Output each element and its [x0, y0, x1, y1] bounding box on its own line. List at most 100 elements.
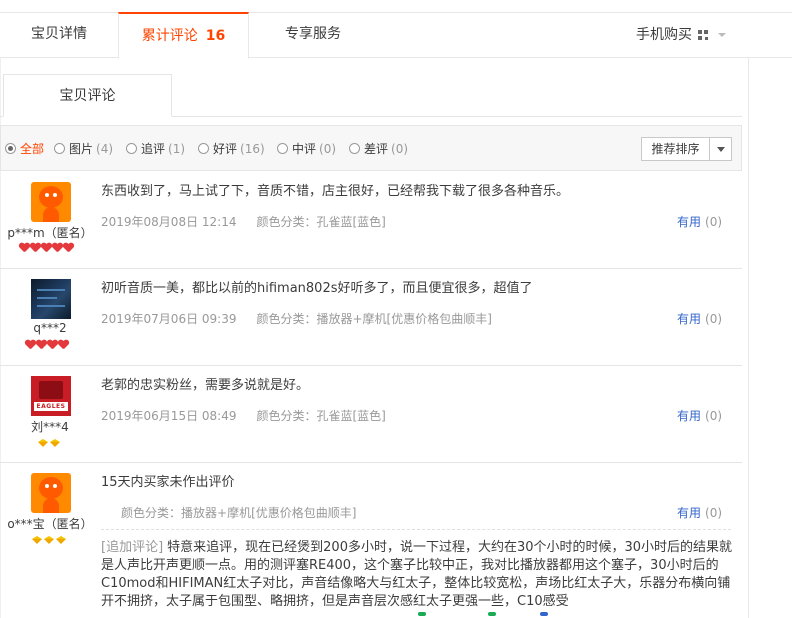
- review-spec: 孔雀蓝[蓝色]: [316, 215, 386, 229]
- review-meta: 2019年08月08日 12:14 颜色分类：孔雀蓝[蓝色]: [101, 213, 386, 230]
- sort-dropdown-label: 推荐排序: [651, 142, 700, 156]
- review-username: p***m（匿名）: [7, 226, 93, 240]
- followup-tag: [追加评论]: [101, 540, 164, 555]
- review-meta: 2019年06月15日 08:49 颜色分类：孔雀蓝[蓝色]: [101, 407, 386, 424]
- filter-count: (0): [319, 142, 337, 156]
- review-item: q***2 初听音质一美，都比以前的hifiman802s好听多了，而且便宜很多…: [0, 269, 742, 366]
- review-spec: 播放器+摩机[优惠价格包曲顺丰]: [181, 506, 357, 520]
- review-meta: 2019年07月06日 09:39 颜色分类：播放器+摩机[优惠价格包曲顺丰]: [101, 310, 492, 327]
- avatar-eye: [53, 484, 57, 488]
- review-spec-label: 颜色分类：: [256, 312, 317, 326]
- tab-exclusive-service[interactable]: 专享服务: [249, 12, 377, 58]
- diamond-icon: [56, 536, 66, 544]
- useful-button[interactable]: 有用 (0): [677, 407, 722, 424]
- append-divider: [101, 529, 731, 530]
- tab-reviews[interactable]: 累计评论 16: [118, 12, 249, 59]
- review-item: o***宝（匿名） 15天内买家未作出评价 颜色分类：播放器+摩机[优惠价格包曲…: [0, 463, 742, 618]
- filter-negative[interactable]: 差评 (0): [349, 141, 408, 157]
- avatar[interactable]: [31, 473, 71, 513]
- useful-link[interactable]: 有用: [677, 409, 701, 423]
- avatar-eye: [45, 193, 49, 197]
- filter-positive[interactable]: 好评 (16): [198, 141, 265, 157]
- content-right-border: [748, 58, 749, 618]
- review-meta: 颜色分类：播放器+摩机[优惠价格包曲顺丰]: [101, 504, 356, 521]
- review-date: 2019年08月08日 12:14: [101, 215, 237, 229]
- useful-link[interactable]: 有用: [677, 506, 701, 520]
- bottom-partial-icons: [0, 612, 742, 618]
- avatar-decoration: [37, 305, 65, 307]
- useful-count: (0): [705, 215, 723, 229]
- useful-button[interactable]: 有用 (0): [677, 310, 722, 327]
- heart-icon: [30, 243, 40, 252]
- chevron-down-icon[interactable]: [709, 138, 731, 160]
- review-spec-label: 颜色分类：: [121, 506, 182, 520]
- filter-label: 全部: [20, 142, 45, 156]
- review-username: 刘***4: [31, 420, 69, 434]
- review-date: 2019年06月15日 08:49: [101, 409, 237, 423]
- useful-button[interactable]: 有用 (0): [677, 213, 722, 230]
- filter-label: 中评: [292, 142, 317, 156]
- buyer-credit-badge: [38, 439, 62, 451]
- review-content: 初听音质一美，都比以前的hifiman802s好听多了，而且便宜很多，超值了: [101, 281, 533, 296]
- filter-followup[interactable]: 追评 (1): [126, 141, 185, 157]
- filter-label: 好评: [213, 142, 238, 156]
- review-spec: 孔雀蓝[蓝色]: [316, 409, 386, 423]
- diamond-icon: [44, 536, 54, 544]
- avatar-eye: [45, 484, 49, 488]
- buyer-credit-badge: [19, 243, 74, 255]
- tab-product-detail[interactable]: 宝贝详情: [0, 12, 118, 58]
- mobile-buy-button[interactable]: 手机购买: [636, 13, 726, 57]
- qr-code-icon: [698, 30, 708, 40]
- radio-icon: [277, 143, 288, 154]
- filter-count: (4): [96, 142, 114, 156]
- review-username: q***2: [33, 321, 67, 335]
- avatar[interactable]: [31, 279, 71, 319]
- filter-all[interactable]: 全部: [5, 141, 47, 157]
- diamond-icon: [38, 439, 48, 447]
- avatar-figure: [43, 498, 59, 513]
- mobile-buy-label: 手机购买: [636, 27, 692, 43]
- filter-images[interactable]: 图片 (4): [54, 141, 113, 157]
- partial-icon: [488, 612, 496, 616]
- diamond-icon: [32, 536, 42, 544]
- sort-dropdown[interactable]: 推荐排序: [641, 137, 732, 161]
- heart-icon: [19, 243, 29, 252]
- review-content: 15天内买家未作出评价: [101, 475, 235, 490]
- filter-neutral[interactable]: 中评 (0): [277, 141, 336, 157]
- radio-icon: [198, 143, 209, 154]
- useful-count: (0): [705, 409, 723, 423]
- filter-count: (0): [391, 142, 409, 156]
- heart-icon: [36, 340, 46, 349]
- useful-count: (0): [705, 506, 723, 520]
- radio-icon: [126, 143, 137, 154]
- heart-icon: [47, 340, 57, 349]
- heart-icon: [41, 243, 51, 252]
- tab-reviews-label: 累计评论: [141, 28, 198, 44]
- subtab-row: 宝贝评论: [0, 74, 742, 117]
- subtab-product-reviews[interactable]: 宝贝评论: [3, 74, 172, 117]
- avatar-decoration: [39, 381, 63, 399]
- useful-button[interactable]: 有用 (0): [677, 504, 722, 521]
- radio-icon: [349, 143, 360, 154]
- filter-label: 差评: [364, 142, 389, 156]
- avatar[interactable]: [31, 182, 71, 222]
- filter-count: (16): [240, 142, 265, 156]
- radio-icon: [54, 143, 65, 154]
- buyer-credit-badge: [25, 340, 69, 352]
- partial-icon: [540, 612, 548, 616]
- heart-icon: [25, 340, 35, 349]
- review-spec: 播放器+摩机[优惠价格包曲顺丰]: [316, 312, 492, 326]
- diamond-icon: [50, 439, 60, 447]
- followup-text: 特意来追评，现在已经煲到200多小时，说一下过程，大约在30个小时的时候，30小…: [101, 540, 733, 609]
- useful-link[interactable]: 有用: [677, 312, 701, 326]
- avatar[interactable]: EAGLES: [31, 376, 71, 416]
- review-content: 东西收到了，马上试了下，音质不错，店主很好，已经帮我下载了很多各种音乐。: [101, 184, 570, 199]
- useful-link[interactable]: 有用: [677, 215, 701, 229]
- partial-icon: [418, 612, 426, 616]
- tab-reviews-count: 16: [205, 28, 226, 44]
- review-username: o***宝（匿名）: [7, 517, 93, 531]
- heart-icon: [58, 340, 68, 349]
- review-spec-label: 颜色分类：: [256, 215, 317, 229]
- heart-icon: [52, 243, 62, 252]
- review-item: EAGLES 刘***4 老郭的忠实粉丝，需要多说就是好。 2019年06月15…: [0, 366, 742, 463]
